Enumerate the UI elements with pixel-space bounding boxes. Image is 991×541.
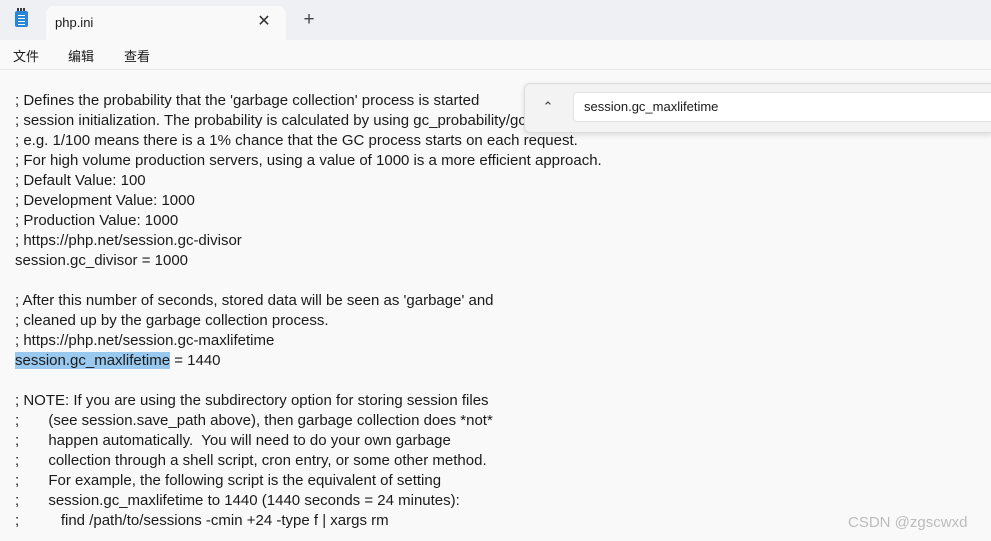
watermark: CSDN @zgscwxd xyxy=(848,514,968,531)
notepad-window: php.ini ✕ + 文件 编辑 查看 ; Defines the proba… xyxy=(0,0,991,541)
editor-line: ; After this number of seconds, stored d… xyxy=(15,292,494,309)
menu-file[interactable]: 文件 xyxy=(13,46,39,65)
editor-line: ; Default Value: 100 xyxy=(15,172,146,189)
editor-line: ; Defines the probability that the 'garb… xyxy=(15,92,480,109)
tab-php-ini[interactable]: php.ini ✕ xyxy=(46,6,286,40)
selected-text: session.gc_maxlifetime xyxy=(15,352,171,369)
editor-line: ; For example, the following script is t… xyxy=(15,472,442,489)
editor-line: ; happen automatically. You will need to… xyxy=(15,432,451,449)
find-input[interactable]: session.gc_maxlifetime xyxy=(573,92,991,122)
find-panel: ⌃ session.gc_maxlifetime xyxy=(524,83,991,133)
editor-line: session.gc_divisor = 1000 xyxy=(15,252,189,269)
editor-line: ; NOTE: If you are using the subdirector… xyxy=(15,392,489,409)
find-query-text: session.gc_maxlifetime xyxy=(584,99,719,114)
editor-line: ; Development Value: 1000 xyxy=(15,192,195,209)
menu-edit[interactable]: 编辑 xyxy=(68,46,94,65)
chevron-up-icon[interactable]: ⌃ xyxy=(537,96,559,118)
editor-line-highlighted: session.gc_maxlifetime = 1440 xyxy=(15,351,221,371)
menu-bar: 文件 编辑 查看 xyxy=(0,40,991,70)
editor-line: ; session initialization. The probabilit… xyxy=(15,112,581,129)
notepad-icon xyxy=(15,8,28,27)
editor-line: ; collection through a shell script, cro… xyxy=(15,452,487,469)
plus-icon[interactable]: + xyxy=(298,9,320,31)
close-icon[interactable]: ✕ xyxy=(254,12,274,32)
line-rest: = 1440 xyxy=(170,352,221,369)
editor-line: ; e.g. 1/100 means there is a 1% chance … xyxy=(15,132,578,149)
editor-line: ; (see session.save_path above), then ga… xyxy=(15,412,493,429)
text-editor[interactable]: ; Defines the probability that the 'garb… xyxy=(0,70,991,541)
tab-title: php.ini xyxy=(55,15,94,30)
editor-line: ; session.gc_maxlifetime to 1440 (1440 s… xyxy=(15,492,460,509)
editor-line: ; Production Value: 1000 xyxy=(15,212,179,229)
editor-line: ; https://php.net/session.gc-maxlifetime xyxy=(15,332,275,349)
tab-bar: php.ini ✕ + xyxy=(0,0,991,40)
editor-line: ; cleaned up by the garbage collection p… xyxy=(15,312,329,329)
editor-line: ; For high volume production servers, us… xyxy=(15,152,602,169)
editor-line: ; find /path/to/sessions -cmin +24 -type… xyxy=(15,512,389,529)
menu-view[interactable]: 查看 xyxy=(124,46,150,65)
editor-line: ; https://php.net/session.gc-divisor xyxy=(15,232,242,249)
